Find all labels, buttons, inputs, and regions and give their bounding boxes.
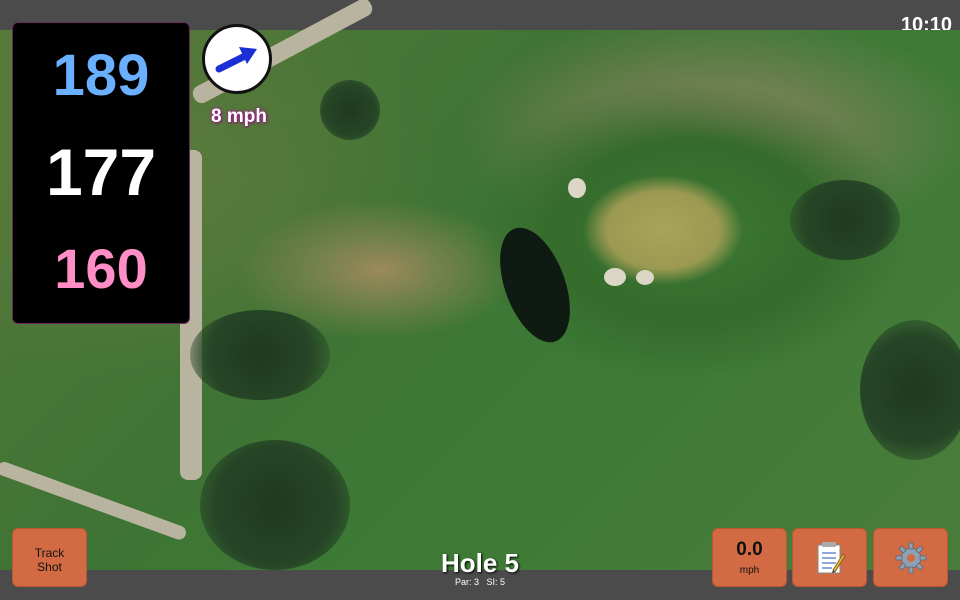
wind-speed-label: 8 mph	[211, 106, 267, 127]
track-shot-label-line2: Shot	[37, 560, 62, 574]
front-distance: 160	[54, 237, 148, 300]
par-label: Par: 3	[454, 577, 479, 587]
stroke-index-label: SI: 5	[486, 577, 506, 587]
notepad-icon	[817, 542, 846, 574]
speed-value: 0.0	[736, 539, 763, 560]
hole-title: Hole 5	[440, 548, 520, 578]
middle-distance: 177	[45, 135, 157, 209]
wind-direction-arrow-icon	[202, 24, 272, 94]
track-shot-button[interactable]: Track Shot	[12, 528, 87, 587]
distance-panel: 189 177 160	[12, 22, 190, 324]
gear-icon	[895, 542, 926, 574]
tree	[320, 80, 380, 140]
water-hazard	[486, 218, 584, 352]
tree	[190, 310, 330, 400]
speed-button[interactable]: 0.0 mph	[712, 528, 787, 587]
bunker	[636, 270, 654, 285]
bunker	[604, 268, 626, 286]
notes-button[interactable]	[792, 528, 867, 587]
back-distance: 189	[52, 43, 150, 108]
speed-unit: mph	[739, 565, 760, 576]
tree	[860, 320, 960, 460]
tree	[790, 180, 900, 260]
hole-info: Par: 3 SI: 5	[380, 577, 580, 587]
settings-button[interactable]	[873, 528, 948, 587]
tree	[200, 440, 350, 570]
track-shot-label-line1: Track	[34, 546, 65, 560]
bunker	[568, 178, 586, 198]
